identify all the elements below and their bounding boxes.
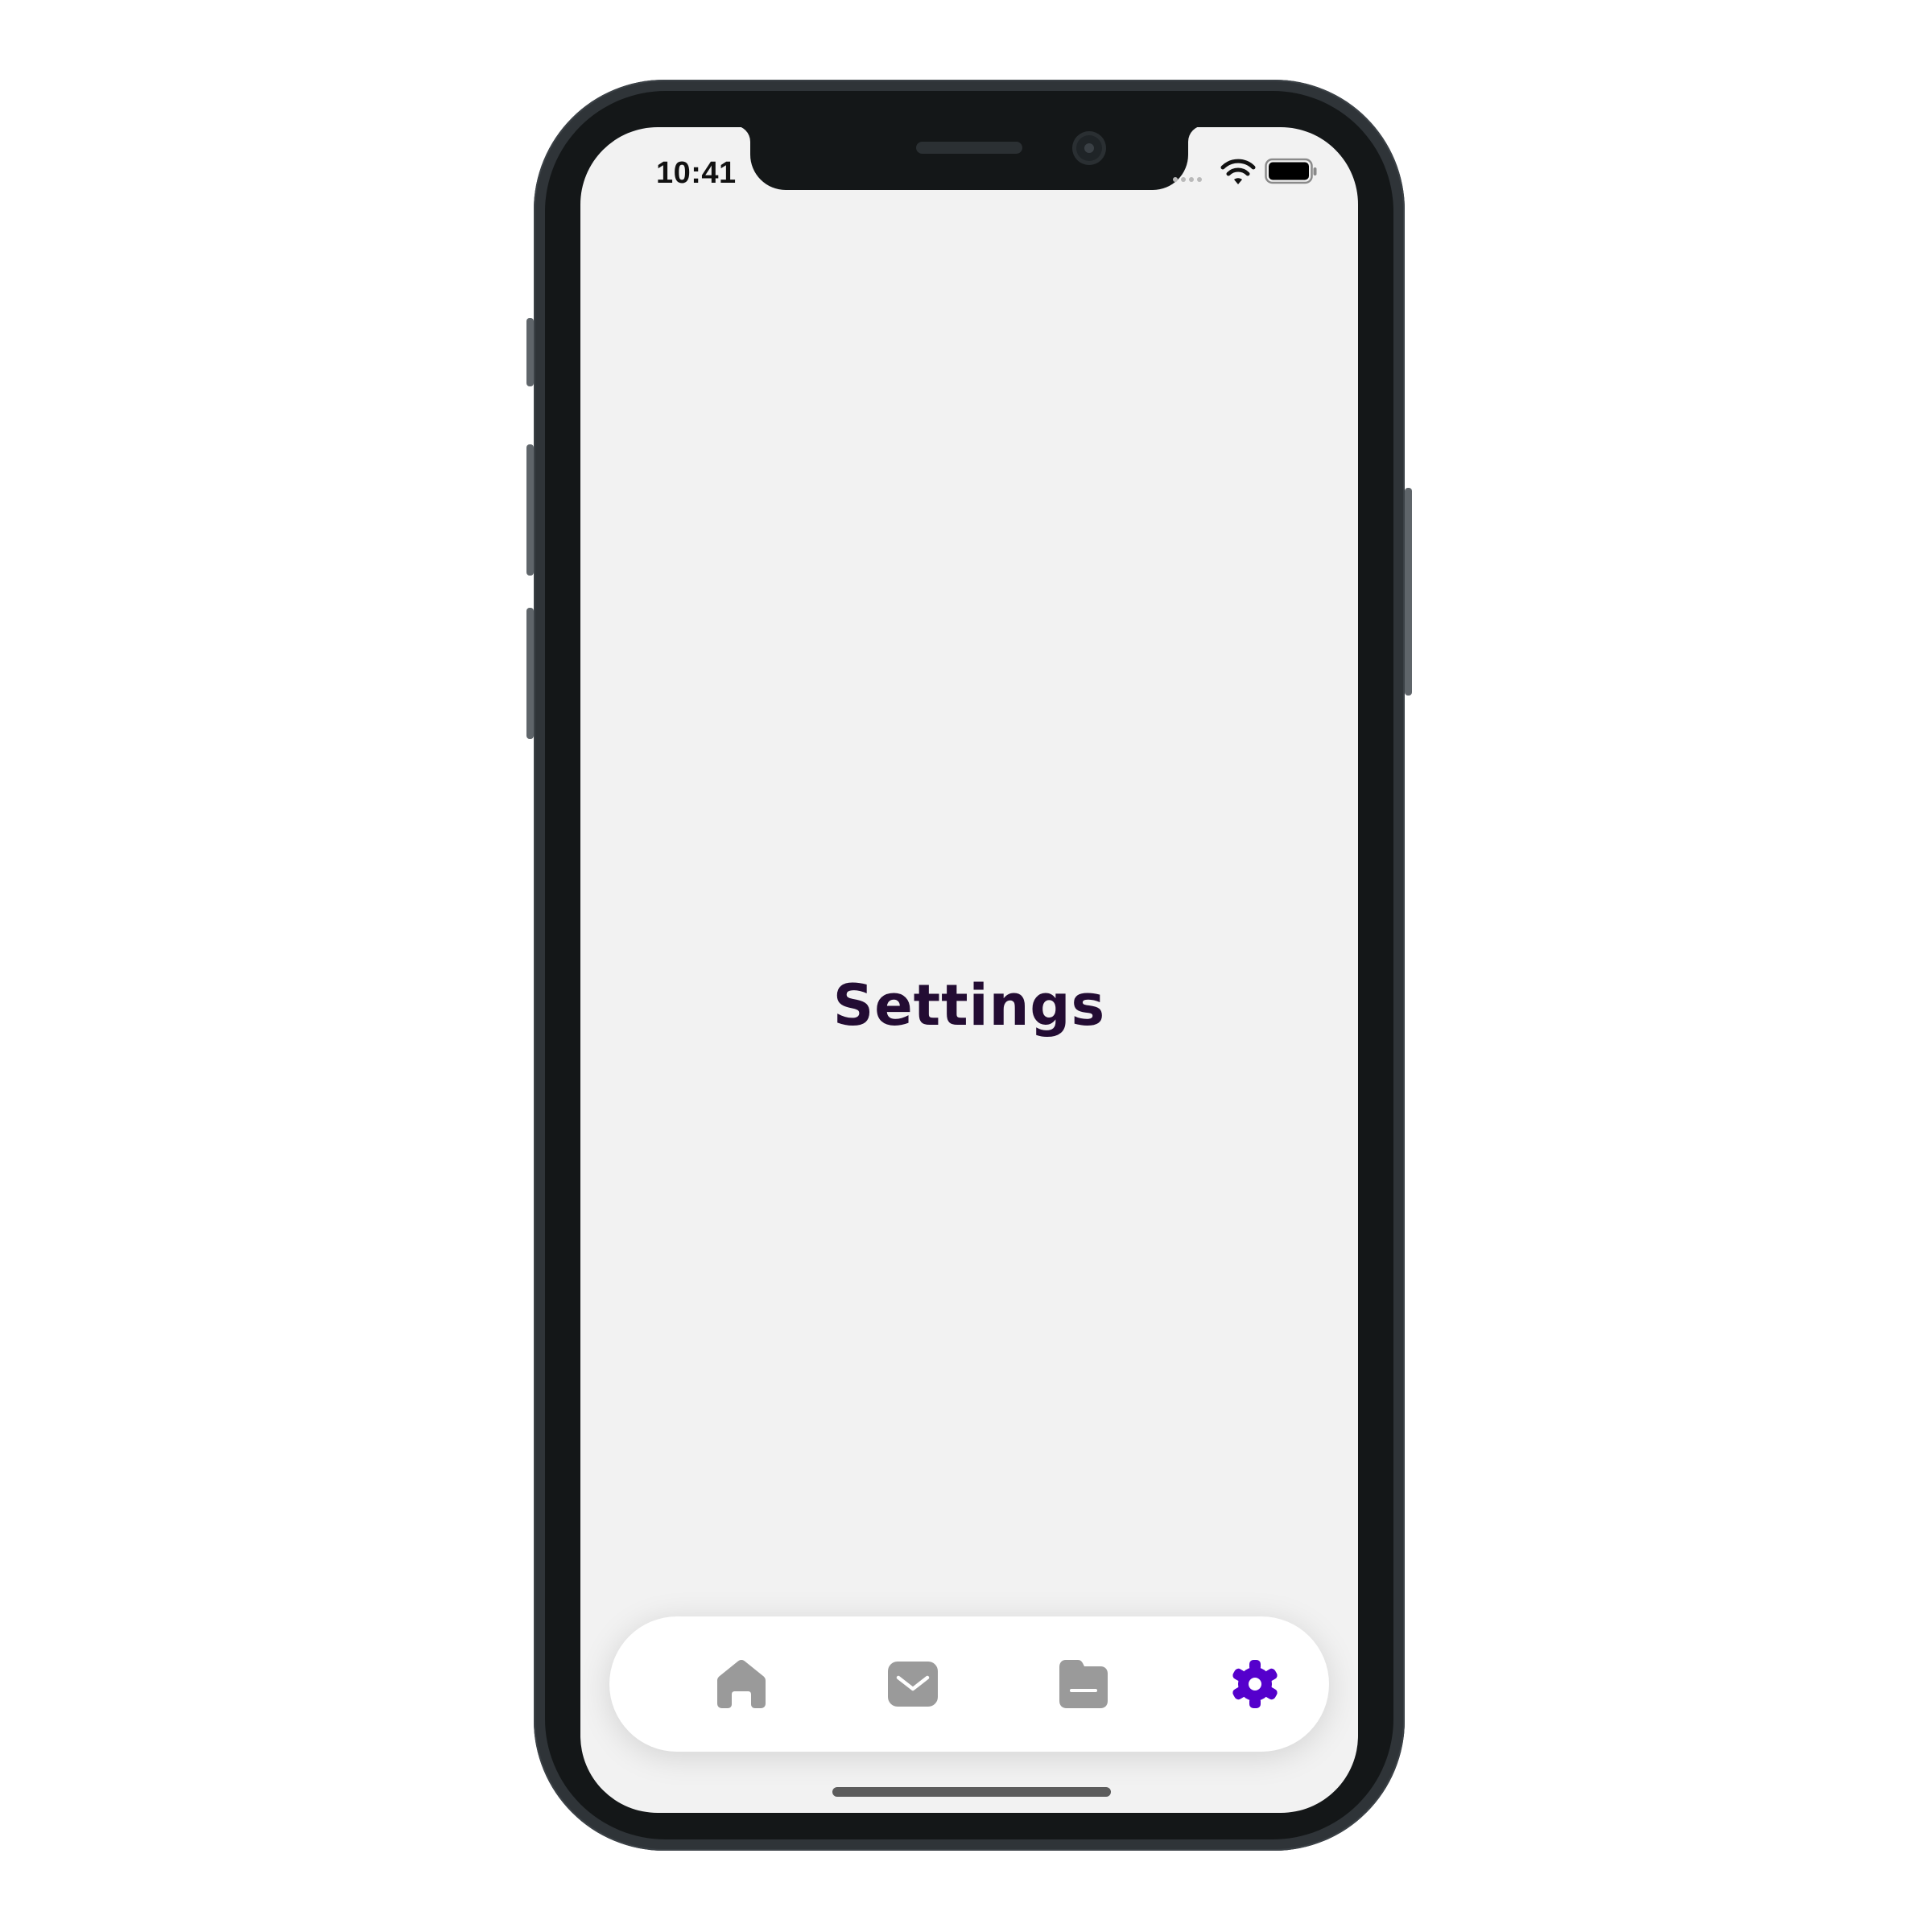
front-camera [1072, 131, 1106, 165]
notch [750, 127, 1188, 190]
folder-icon [1059, 1660, 1108, 1708]
tab-inbox[interactable] [886, 1657, 940, 1711]
volume-up-button [526, 444, 534, 576]
tab-files[interactable] [1056, 1657, 1111, 1711]
inbox-icon [888, 1662, 938, 1707]
cellular-signal-icon [1173, 177, 1202, 182]
tab-settings[interactable] [1228, 1657, 1282, 1711]
power-button [1405, 488, 1412, 696]
gear-icon [1232, 1660, 1278, 1708]
device-stage: 10:41 Settings [0, 0, 1932, 1932]
tab-home[interactable] [714, 1657, 769, 1711]
mute-switch [526, 318, 534, 386]
battery-icon [1265, 158, 1317, 184]
page-title: Settings [832, 972, 1106, 1038]
home-icon [717, 1660, 766, 1708]
volume-down-button [526, 608, 534, 739]
phone-screen: 10:41 Settings [580, 127, 1358, 1813]
status-time: 10:41 [656, 156, 737, 190]
wifi-icon [1220, 159, 1256, 184]
home-indicator[interactable] [832, 1787, 1111, 1797]
speaker-grille [916, 142, 1022, 154]
bottom-tab-bar [609, 1616, 1329, 1752]
